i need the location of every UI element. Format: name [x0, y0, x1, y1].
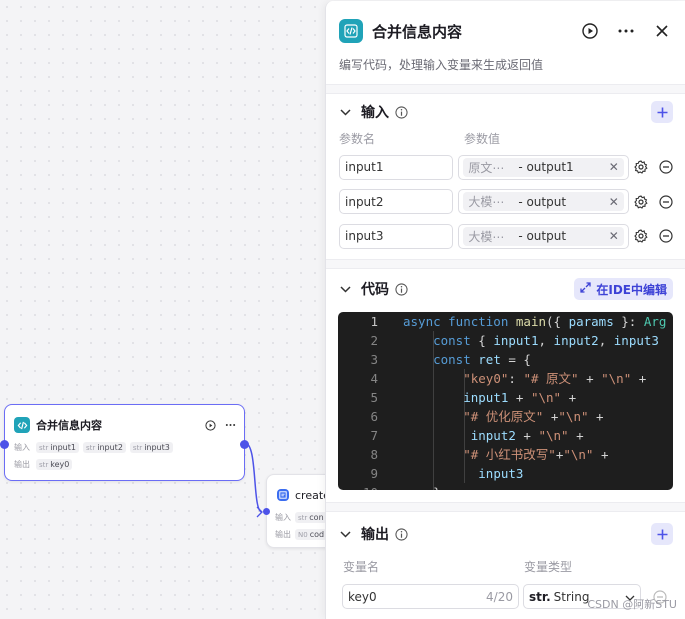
- param-value-field[interactable]: 大模⋯ - output ✕: [458, 189, 629, 214]
- panel-header: 合并信息内容 编写代码，处理输入变量来生成返回值: [326, 1, 685, 85]
- line-number: 2: [370, 333, 378, 348]
- code-text: "# 小红书改写"+"\n" +: [463, 447, 609, 462]
- code-line[interactable]: 5 input1 + "\n" +: [338, 388, 673, 407]
- code-icon: [14, 417, 30, 433]
- column-header: 参数值: [464, 132, 501, 146]
- node-config-panel: 合并信息内容 编写代码，处理输入变量来生成返回值 输入 参数名 参数值 inpu…: [325, 1, 685, 619]
- info-icon[interactable]: [395, 282, 409, 296]
- param-name-field[interactable]: input1: [339, 154, 454, 180]
- info-icon[interactable]: [395, 105, 409, 119]
- code-text: input1 + "\n" +: [463, 390, 577, 405]
- gear-icon[interactable]: [634, 194, 648, 209]
- run-icon[interactable]: [204, 419, 216, 431]
- param-name-field[interactable]: input3: [339, 223, 454, 249]
- input-port[interactable]: [0, 440, 9, 449]
- column-header: 参数名: [339, 132, 376, 146]
- line-number: 1: [370, 314, 378, 329]
- add-output-button[interactable]: [651, 523, 673, 545]
- line-number: 6: [370, 409, 378, 424]
- document-icon: [277, 489, 289, 501]
- code-text: input3: [478, 466, 524, 481]
- code-text: "key0": "# 原文" + "\n" +: [463, 371, 647, 386]
- info-icon[interactable]: [395, 527, 409, 541]
- code-text: "# 优化原文" +"\n" +: [463, 409, 604, 424]
- code-line[interactable]: 8 "# 小红书改写"+"\n" +: [338, 445, 673, 464]
- reference-chip[interactable]: 大模⋯ - output ✕: [463, 226, 624, 246]
- reference-chip[interactable]: 原文⋯ - output1 ✕: [463, 157, 624, 177]
- add-input-button[interactable]: [651, 101, 673, 123]
- line-number: 9: [370, 466, 378, 481]
- input-row: input1 原文⋯ - output1 ✕: [339, 154, 673, 180]
- line-number: 10: [338, 483, 378, 490]
- input-tag: str con: [295, 512, 327, 523]
- chevron-down-icon[interactable]: [340, 528, 352, 540]
- code-line[interactable]: 1 async function main({ params }: Arg: [338, 312, 673, 331]
- node-title: 合并信息内容: [36, 419, 102, 432]
- line-number: 5: [370, 390, 378, 405]
- gear-icon[interactable]: [634, 229, 648, 244]
- column-header: 变量名: [343, 560, 380, 574]
- input-tag: str input3: [129, 442, 173, 453]
- code-text: const ret = {: [433, 352, 531, 367]
- more-icon[interactable]: [224, 419, 236, 431]
- panel-description: 编写代码，处理输入变量来生成返回值: [339, 58, 544, 72]
- param-value-field[interactable]: 大模⋯ - output ✕: [458, 223, 629, 249]
- remove-input-button[interactable]: [659, 160, 673, 175]
- edit-in-ide-button[interactable]: 在IDE中编辑: [574, 278, 673, 300]
- input-port[interactable]: [263, 508, 270, 515]
- code-line[interactable]: 10 };: [338, 483, 673, 490]
- code-node[interactable]: 合并信息内容 输入 str input1 str input2 str input3 …: [0, 404, 249, 481]
- code-text: async function main({ params }: Arg: [403, 314, 667, 329]
- reference-chip[interactable]: 大模⋯ - output ✕: [463, 192, 624, 211]
- input-row: input2 大模⋯ - output ✕: [339, 189, 673, 215]
- code-line[interactable]: 2 const { input1, input2, input3: [338, 331, 673, 350]
- run-icon[interactable]: [581, 22, 599, 40]
- code-icon: [339, 19, 363, 43]
- line-number: 7: [370, 428, 378, 443]
- code-section: 代码 在IDE中编辑 1 async function main({ params…: [326, 268, 685, 503]
- section-title: 输出: [361, 527, 389, 543]
- line-number: 3: [370, 352, 378, 367]
- chevron-down-icon[interactable]: [340, 106, 352, 118]
- line-number: 8: [370, 447, 378, 462]
- inputs-section: 输入 参数名 参数值 input1 原文⋯ - output1 ✕ input2…: [326, 93, 685, 260]
- code-text: };: [378, 483, 448, 490]
- close-icon[interactable]: [653, 22, 671, 40]
- column-header: 变量类型: [524, 560, 573, 574]
- chevron-down-icon[interactable]: [340, 283, 352, 295]
- input-tag: str input2: [82, 442, 126, 453]
- remove-input-button[interactable]: [659, 229, 673, 244]
- panel-title: 合并信息内容: [372, 22, 463, 41]
- code-line[interactable]: 6 "# 优化原文" +"\n" +: [338, 407, 673, 426]
- param-name-field[interactable]: input2: [339, 189, 454, 214]
- clear-icon[interactable]: ✕: [609, 195, 619, 209]
- code-line[interactable]: 7 input2 + "\n" +: [338, 426, 673, 445]
- code-editor[interactable]: 1 async function main({ params }: Arg 2 co…: [338, 312, 673, 490]
- input-tag: str input1: [36, 442, 79, 453]
- code-text: input2 + "\n" +: [470, 428, 584, 443]
- remove-input-button[interactable]: [659, 194, 673, 209]
- section-title: 代码: [361, 282, 389, 298]
- code-line[interactable]: 4 "key0": "# 原文" + "\n" +: [338, 369, 673, 388]
- output-tag: N0 cod: [295, 529, 328, 540]
- clear-icon[interactable]: ✕: [609, 160, 619, 174]
- expand-icon: [580, 282, 592, 296]
- input-row: input3 大模⋯ - output ✕: [339, 223, 673, 249]
- output-port[interactable]: [240, 440, 249, 449]
- code-line[interactable]: 9 input3: [338, 464, 673, 483]
- watermark: CSDN @阿新STU: [587, 598, 677, 611]
- line-number: 4: [370, 371, 378, 386]
- code-text: const { input1, input2, input3: [433, 333, 659, 348]
- output-tag: str key0: [36, 459, 73, 470]
- more-icon[interactable]: [617, 22, 635, 40]
- clear-icon[interactable]: ✕: [609, 229, 619, 243]
- node-output-row: 输出 str key0: [5, 456, 244, 473]
- output-name-field[interactable]: key0 4/20: [342, 584, 519, 609]
- gear-icon[interactable]: [634, 160, 648, 175]
- section-title: 输入: [361, 105, 389, 121]
- param-value-field[interactable]: 原文⋯ - output1 ✕: [458, 154, 629, 180]
- char-count: 4/20: [486, 589, 513, 604]
- node-input-row: 输入 str input1 str input2 str input3: [5, 439, 244, 456]
- code-line[interactable]: 3 const ret = {: [338, 350, 673, 369]
